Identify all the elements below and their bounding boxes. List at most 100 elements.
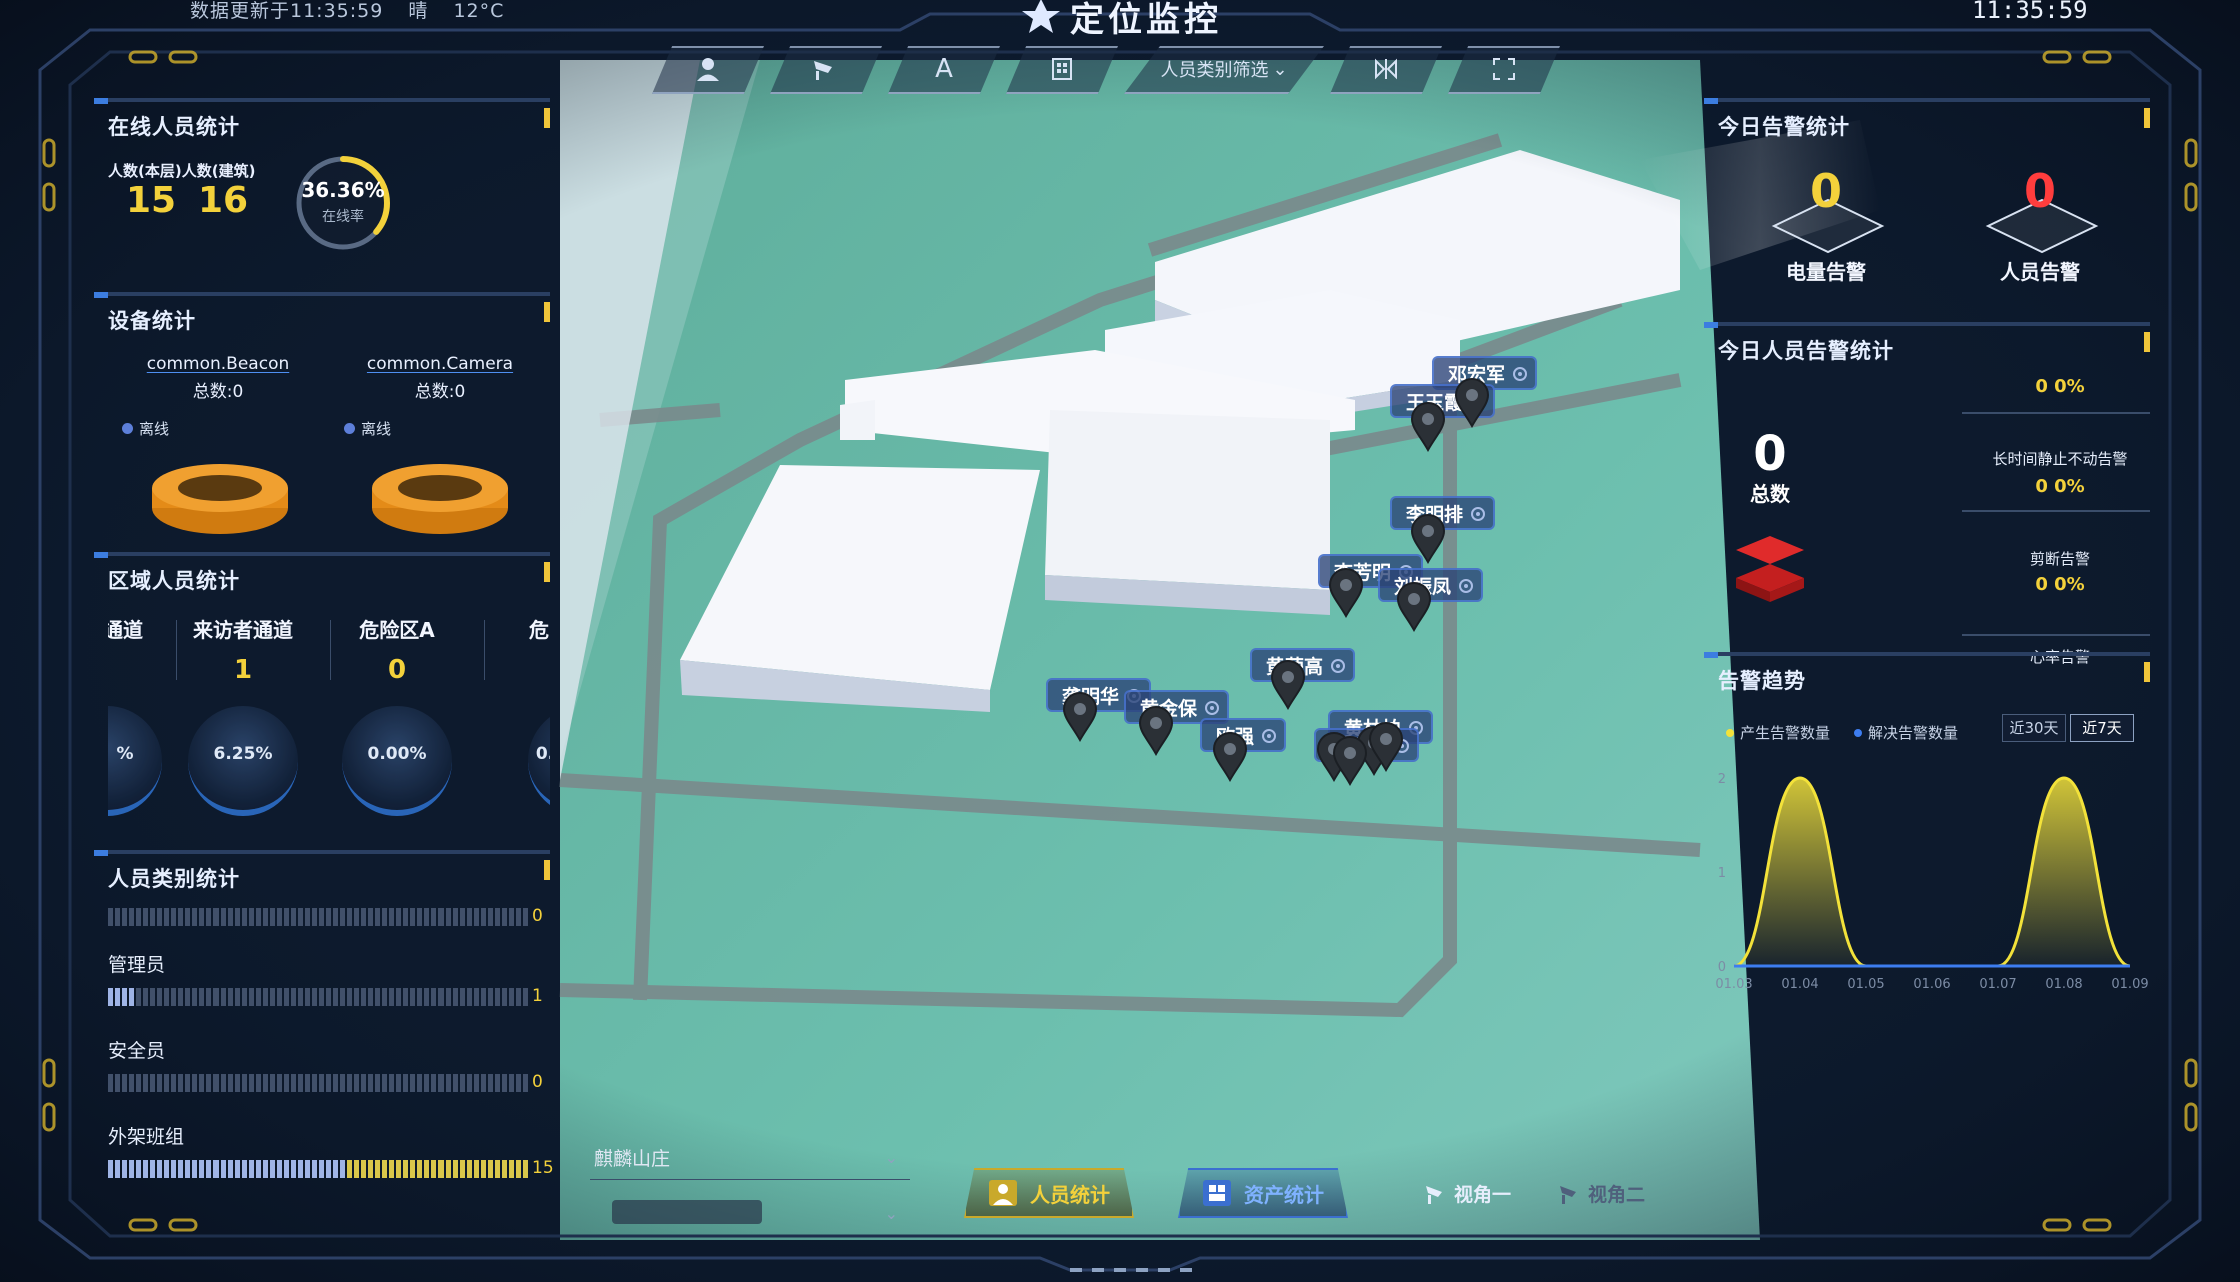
panel-header: 今日告警统计 xyxy=(1704,98,2150,139)
range-30d-button[interactable]: 近30天 xyxy=(2002,714,2066,742)
x-tick-label: 01.03 xyxy=(1715,977,1752,992)
location-pin-icon[interactable] xyxy=(1328,568,1364,618)
area-value: 0 xyxy=(387,655,407,685)
area-pct: 0. xyxy=(535,744,550,764)
people-stats-label: 人员统计 xyxy=(1030,1182,1110,1207)
legend-produced: 产生告警数量 xyxy=(1726,722,1830,743)
camera-icon xyxy=(1560,1185,1576,1204)
fullscreen-toolbar-button[interactable] xyxy=(1448,46,1560,94)
x-tick-label: 01.09 xyxy=(2111,977,2148,992)
label-a-text: A xyxy=(935,54,953,84)
location-pin-icon[interactable] xyxy=(1454,378,1490,428)
beacon-ring-chart xyxy=(152,464,288,534)
camera-legend: 离线 xyxy=(344,418,391,439)
device-stats-panel: 设备统计 xyxy=(94,292,550,333)
person-alarm-count: 0 xyxy=(2023,164,2056,218)
eye-icon[interactable] xyxy=(1513,367,1528,381)
view-two-button[interactable]: 视角二 xyxy=(1558,1180,1645,1207)
power-alarm-count: 0 xyxy=(1809,164,1842,218)
eye-icon[interactable] xyxy=(1205,701,1220,715)
location-value: 麒麟山庄 xyxy=(594,1148,671,1170)
beacon-device-name[interactable]: common.Beacon xyxy=(108,354,328,374)
eye-icon[interactable] xyxy=(1331,659,1346,673)
asset-stats-label: 资产统计 xyxy=(1244,1182,1324,1207)
camera-icon xyxy=(1426,1185,1442,1204)
logo-icon xyxy=(1022,0,1060,33)
floor-placeholder xyxy=(612,1200,762,1224)
split-toolbar-button[interactable] xyxy=(1330,46,1442,94)
people-stats-tab[interactable]: 人员统计 xyxy=(964,1168,1134,1218)
location-pin-icon[interactable] xyxy=(1138,706,1174,756)
location-pin-icon[interactable] xyxy=(1062,692,1098,742)
label-toolbar-button[interactable]: A xyxy=(888,46,1000,94)
location-pin-icon[interactable] xyxy=(1410,402,1446,452)
eye-icon[interactable] xyxy=(1459,579,1474,593)
person-category-filter[interactable]: 人员类别筛选 ⌄ xyxy=(1124,46,1324,94)
alarm-trend-panel: 告警趋势 xyxy=(1704,652,2150,693)
location-pin-icon[interactable] xyxy=(1332,736,1368,786)
asset-icon xyxy=(1203,1180,1231,1206)
area-col-visitor: 来访者通道 1 xyxy=(168,614,318,685)
panel-title: 区域人员统计 xyxy=(108,569,240,593)
person-toolbar-button[interactable] xyxy=(652,46,764,94)
category-progress-bar xyxy=(108,988,528,1006)
building-toolbar-button[interactable] xyxy=(1006,46,1118,94)
legend-resolved-label: 解决告警数量 xyxy=(1868,724,1959,742)
temperature: 12°C xyxy=(453,0,505,22)
panel-title: 今日告警统计 xyxy=(1718,115,1850,139)
chevron-down-icon: ⌄ xyxy=(884,1148,898,1167)
divider xyxy=(1962,634,2150,636)
area-pct: 0.00% xyxy=(367,744,427,764)
person-alarm-total: 0 xyxy=(1753,426,1787,482)
offline-dot-icon xyxy=(122,423,133,434)
area-stats-panel: 区域人员统计 xyxy=(94,552,550,593)
alarm-type-2-label: 剪断告警 xyxy=(2029,550,2090,568)
alarm-stack-icon xyxy=(1736,536,1804,602)
view-one-button[interactable]: 视角一 xyxy=(1424,1180,1511,1207)
x-tick-label: 01.08 xyxy=(2045,977,2082,992)
location-pin-icon[interactable] xyxy=(1368,722,1404,772)
location-pin-icon[interactable] xyxy=(1410,514,1446,564)
eye-icon[interactable] xyxy=(1471,507,1486,521)
area-name: 危险区A xyxy=(359,618,435,642)
area-carousel[interactable]: 通道 % 来访者通道 1 6.25% 危险区A 0 0.00% 危 0. xyxy=(108,610,550,830)
view-two-label: 视角二 xyxy=(1588,1184,1646,1206)
x-tick-label: 01.06 xyxy=(1913,977,1950,992)
split-icon xyxy=(1375,58,1397,80)
category-stats-panel: 人员类别统计 xyxy=(94,850,550,891)
category-value: 0 xyxy=(532,906,543,926)
camera-device-name[interactable]: common.Camera xyxy=(330,354,550,374)
chevron-down-icon: ⌄ xyxy=(884,1204,898,1223)
person-alarm-panel: 今日人员告警统计 xyxy=(1704,322,2150,363)
y-tick-label: 2 xyxy=(1718,772,1726,787)
building-count: 16 xyxy=(198,180,249,221)
panel-header: 在线人员统计 xyxy=(94,98,550,139)
x-tick-label: 01.04 xyxy=(1781,977,1818,992)
asset-stats-tab[interactable]: 资产统计 xyxy=(1178,1168,1348,1218)
update-info: 数据更新于11:35:59 晴 12°C xyxy=(190,0,522,23)
eye-icon[interactable] xyxy=(1262,729,1277,743)
camera-toolbar-button[interactable] xyxy=(770,46,882,94)
category-value: 1 xyxy=(532,986,543,1006)
y-tick-label: 0 xyxy=(1718,960,1726,975)
area-name: 危 xyxy=(529,618,549,642)
location-pin-icon[interactable] xyxy=(1212,732,1248,782)
location-pin-icon[interactable] xyxy=(1396,582,1432,632)
legend-produced-label: 产生告警数量 xyxy=(1740,724,1831,742)
online-rate-label: 在线率 xyxy=(322,209,364,225)
location-pin-icon[interactable] xyxy=(1270,660,1306,710)
camera-total: 总数:0 xyxy=(414,382,466,402)
range-7d-button[interactable]: 近7天 xyxy=(2070,714,2134,742)
fullscreen-icon xyxy=(1493,58,1515,80)
panel-title: 告警趋势 xyxy=(1718,669,1806,693)
category-progress-bar xyxy=(108,908,528,926)
power-alarm-label: 电量告警 xyxy=(1786,260,1866,284)
view-one-label: 视角一 xyxy=(1454,1184,1512,1206)
person-icon xyxy=(697,58,719,81)
online-rate-gauge xyxy=(296,156,390,250)
floor-select[interactable]: ⌄ xyxy=(600,1196,910,1232)
person-badge-icon xyxy=(989,1180,1017,1206)
panel-header: 人员类别统计 xyxy=(94,850,550,891)
location-select[interactable]: 麒麟山庄 ⌄ xyxy=(590,1144,910,1180)
category-name: 外架班组 xyxy=(108,1126,185,1148)
